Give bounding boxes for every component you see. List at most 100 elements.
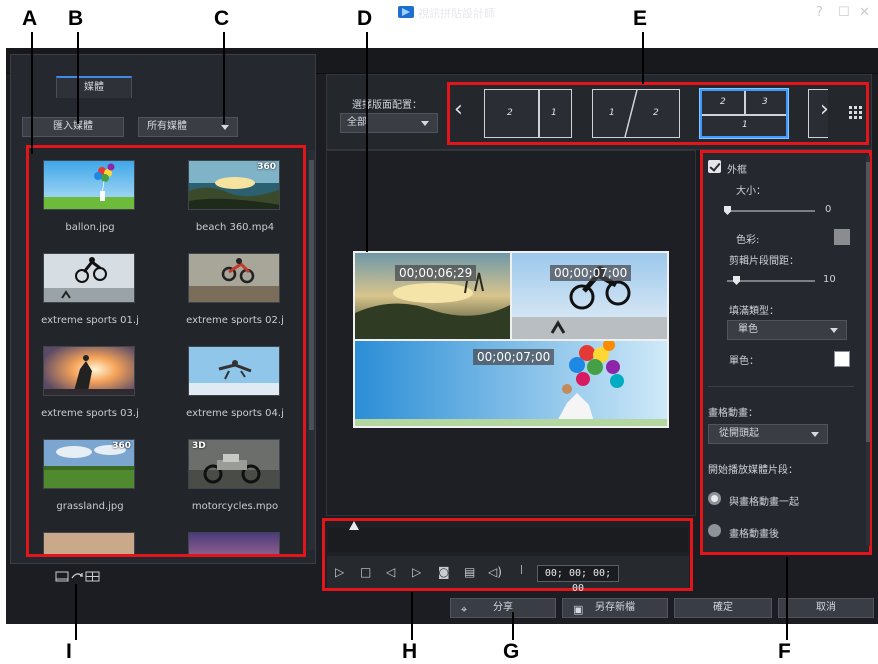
volume-icon[interactable]: ◁)	[488, 566, 502, 578]
grid-view-icon[interactable]	[849, 106, 863, 120]
scrollbar-thumb[interactable]	[309, 160, 314, 430]
timecode-display[interactable]: 00; 00; 00; 00	[537, 565, 619, 594]
media-item[interactable]: ballon.jpg	[29, 148, 159, 244]
import-media-button[interactable]: 匯入媒體	[22, 117, 124, 137]
ok-button[interactable]: 確定	[674, 598, 772, 618]
layout-category-select[interactable]: 全部	[340, 113, 438, 133]
media-thumbnail	[188, 346, 280, 396]
size-slider[interactable]	[727, 210, 815, 212]
spacing-value: 10	[823, 274, 836, 285]
close-button[interactable]: ✕	[859, 5, 870, 20]
callout-line-d	[366, 32, 368, 252]
layout-designer-tool[interactable]	[55, 569, 105, 583]
previous-frame-icon[interactable]: ◁	[386, 566, 395, 578]
media-item[interactable]	[29, 520, 159, 554]
save-as-button[interactable]: ▣ 另存新檔	[562, 598, 668, 618]
frame-animation-select[interactable]: 從開頭起	[708, 424, 828, 444]
callout-line-f	[786, 557, 788, 640]
media-item[interactable]: extreme sports 03.j	[29, 334, 159, 430]
radio-with-animation[interactable]	[708, 492, 721, 505]
help-button[interactable]: ?	[816, 5, 823, 20]
skydive-photo	[189, 347, 279, 395]
media-thumbnail: 360	[188, 160, 280, 210]
with-animation-label: 與畫格動畫一起	[729, 497, 799, 508]
media-thumbnail	[43, 160, 135, 210]
template-cell-number: 2	[653, 108, 659, 118]
callout-a: A	[22, 7, 38, 30]
media-item[interactable]: extreme sports 02.j	[174, 241, 303, 337]
share-button[interactable]: ⌖ 分享	[450, 598, 556, 618]
collage-cell[interactable]: 00;00;06;29	[355, 253, 510, 339]
start-playback-label: 開始播放媒體片段：	[708, 465, 798, 476]
media-item[interactable]: extreme sports 01.j	[29, 241, 159, 337]
solid-color-swatch[interactable]	[834, 351, 850, 367]
frame-animation-value: 從開頭起	[719, 428, 759, 439]
chevron-right-icon[interactable]: ›	[820, 97, 829, 122]
callout-line-h	[411, 592, 413, 640]
tab-media[interactable]: 媒體	[56, 76, 132, 98]
clip-timecode: 00;00;06;29	[395, 265, 477, 281]
playhead-marker[interactable]	[349, 521, 359, 530]
play-icon[interactable]: ▷	[335, 566, 344, 578]
settings-scrollbar[interactable]	[866, 156, 870, 546]
layout-template[interactable]: 1 2	[592, 89, 680, 138]
callout-line-e	[642, 32, 644, 84]
media-item[interactable]: extreme sports 04.j	[174, 334, 303, 430]
fill-type-select[interactable]: 單色	[727, 320, 847, 340]
media-item[interactable]: 3D motorcycles.mpo	[174, 427, 303, 523]
clip-timecode: 00;00;07;00	[473, 349, 555, 365]
timeline-track[interactable]	[328, 528, 688, 552]
layout-category-value: 全部	[347, 117, 367, 128]
divider-icon: |	[520, 565, 524, 575]
media-item[interactable]: 360 grassland.jpg	[29, 427, 159, 523]
subtitle-icon[interactable]: ▤	[464, 566, 475, 578]
template-cell-number: 1	[609, 108, 615, 118]
radio-after-animation[interactable]	[708, 524, 721, 537]
layout-template-selected[interactable]: 2 3 1	[699, 88, 789, 139]
media-item-label: motorcycles.mpo	[191, 501, 279, 512]
border-checkbox[interactable]	[708, 160, 721, 173]
collage-cell[interactable]: 00;00;07;00	[512, 253, 667, 339]
callout-line-b	[77, 32, 79, 124]
callout-g: G	[503, 640, 520, 663]
layout-template[interactable]: 2 1	[484, 89, 572, 138]
chevron-down-icon	[830, 328, 838, 333]
media-badge: 360	[257, 162, 276, 172]
save-icon: ▣	[573, 603, 584, 616]
border-color-swatch[interactable]	[834, 229, 850, 245]
media-item[interactable]	[174, 520, 303, 554]
collage-preview[interactable]: 00;00;06;29 00;00;07;00 00;00;07;00	[353, 251, 669, 428]
size-label: 大小：	[736, 186, 766, 197]
layout-designer-icon	[55, 571, 100, 582]
media-thumbnail: 3D	[188, 439, 280, 489]
stop-icon[interactable]: □	[360, 566, 371, 578]
share-label: 分享	[493, 602, 513, 613]
clip-timecode: 00;00;07;00	[550, 265, 632, 281]
callout-line-g	[512, 612, 514, 640]
callout-c: C	[214, 7, 230, 30]
media-thumbnail	[188, 532, 280, 554]
template-cell-number: 3	[762, 97, 768, 107]
scrollbar-thumb[interactable]	[866, 162, 870, 442]
fill-type-label: 填滿類型：	[729, 306, 779, 317]
maximize-button[interactable]: ☐	[838, 5, 850, 20]
media-item[interactable]: 360 beach 360.mp4	[174, 148, 303, 244]
media-badge: 360	[112, 441, 131, 451]
chevron-left-icon[interactable]: ‹	[454, 97, 463, 122]
sunset-running-photo	[44, 347, 134, 395]
media-item-label: grassland.jpg	[56, 501, 124, 512]
spacing-slider[interactable]	[727, 280, 815, 282]
media-thumbnail	[43, 532, 135, 554]
size-value: 0	[825, 204, 832, 215]
color-label: 色彩:	[736, 235, 760, 246]
cancel-button[interactable]: 取消	[778, 598, 874, 618]
snapshot-icon[interactable]: ◙	[438, 566, 450, 578]
frame-animation-label: 畫格動畫：	[708, 408, 758, 419]
window-title: 視訊拼貼設計師	[418, 7, 495, 20]
template-cell-number: 1	[742, 120, 748, 130]
library-scrollbar[interactable]	[308, 150, 315, 550]
collage-cell[interactable]: 00;00;07;00	[355, 341, 667, 426]
callout-line-i	[75, 584, 77, 640]
bmx-photo	[44, 254, 134, 302]
next-frame-icon[interactable]: ▷	[412, 566, 421, 578]
